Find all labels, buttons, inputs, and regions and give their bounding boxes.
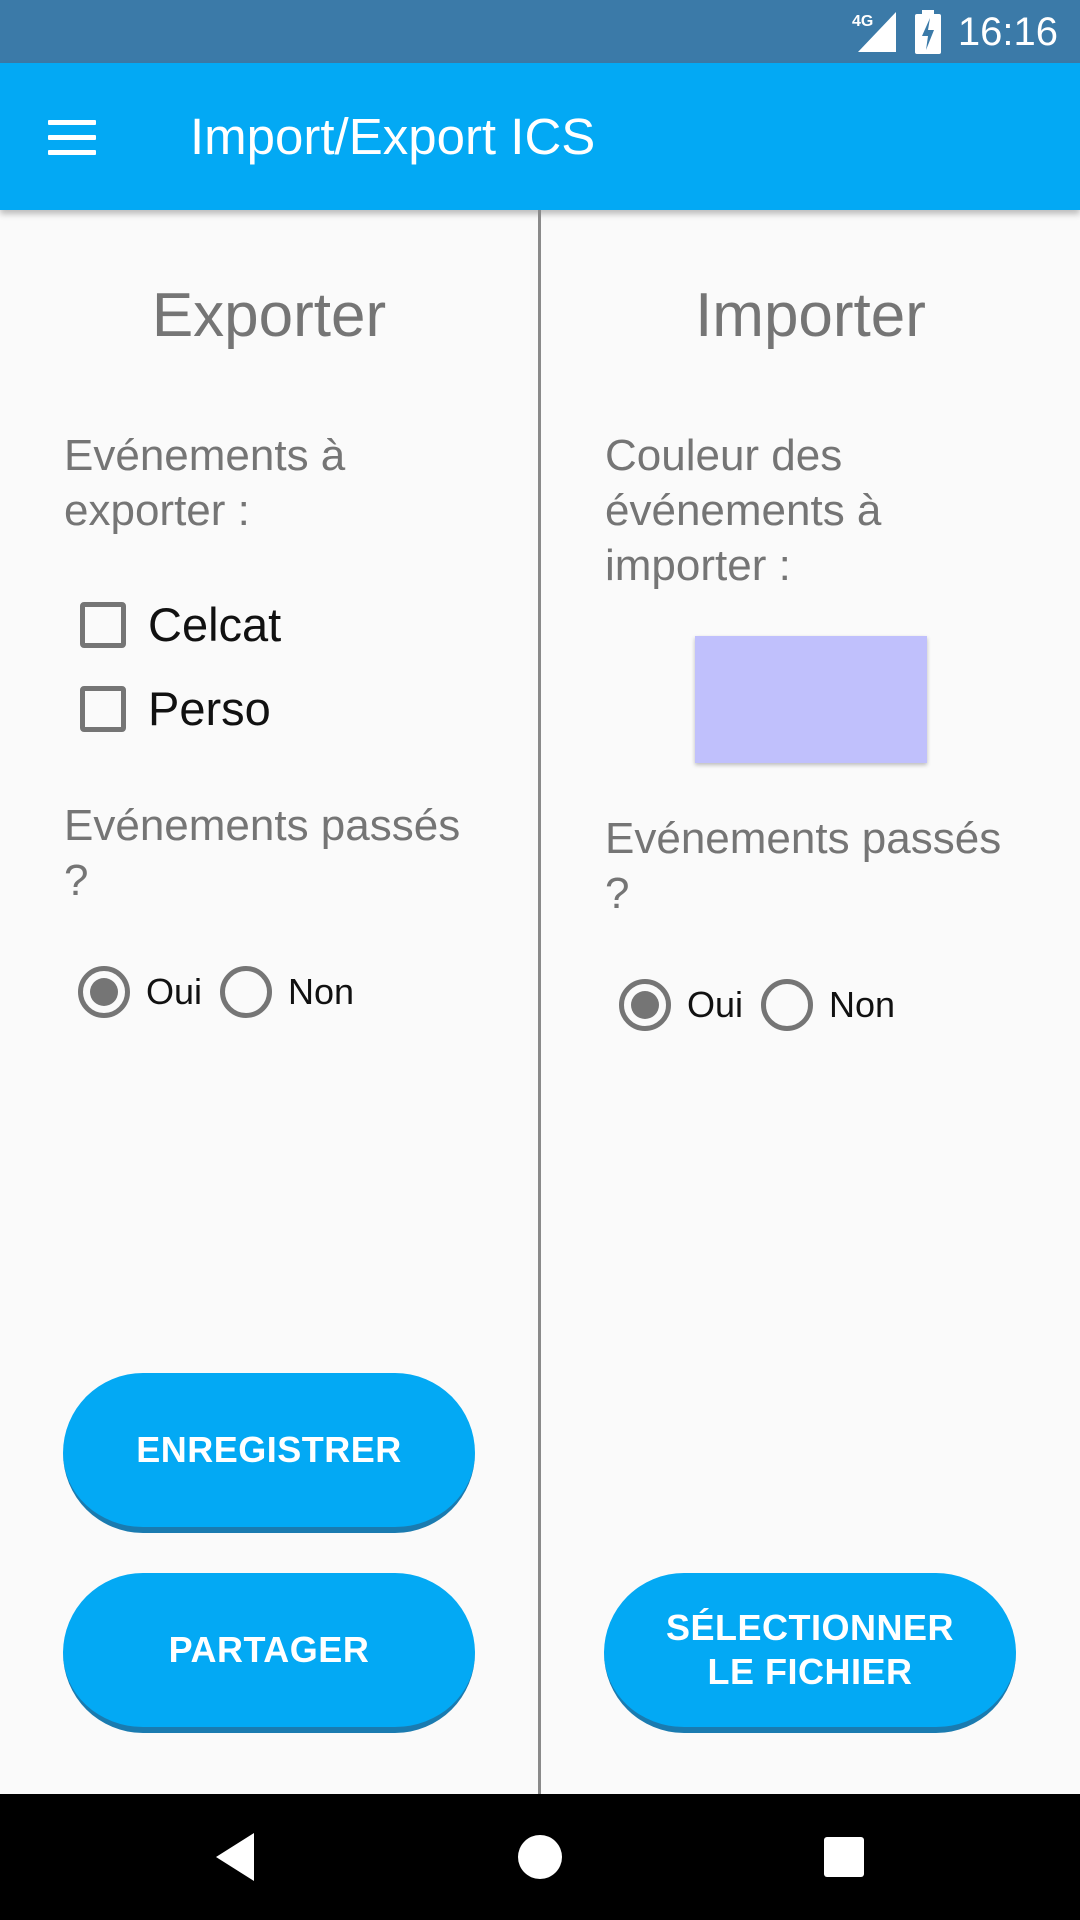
svg-text:4G: 4G bbox=[852, 13, 873, 30]
export-events-label: Evénements à exporter : bbox=[64, 431, 346, 535]
export-past-label: Evénements passés ? bbox=[64, 801, 461, 905]
checkbox-box[interactable] bbox=[80, 685, 126, 732]
export-past-radio-group: Oui Non bbox=[78, 966, 372, 1018]
radio-oui[interactable]: Oui bbox=[78, 966, 202, 1018]
signal-4g-icon: 4G bbox=[852, 12, 896, 52]
import-past-radio-group: Oui Non bbox=[619, 979, 913, 1031]
menu-icon[interactable] bbox=[34, 99, 110, 175]
import-panel: Importer Couleur des événements à import… bbox=[541, 210, 1080, 1794]
battery-charging-icon bbox=[914, 10, 941, 54]
status-bar: 4G 16:16 bbox=[0, 0, 1080, 63]
recents-icon[interactable] bbox=[814, 1827, 874, 1887]
radio-label: Oui bbox=[687, 984, 744, 1025]
checkbox-box[interactable] bbox=[80, 601, 126, 648]
checkbox-label: Perso bbox=[148, 682, 271, 735]
radio-label: Non bbox=[288, 971, 355, 1012]
radio-button-checked[interactable] bbox=[619, 979, 671, 1031]
radio-label: Non bbox=[829, 984, 896, 1025]
import-heading: Importer bbox=[695, 281, 926, 350]
checkbox-label: Celcat bbox=[148, 598, 282, 651]
radio-non[interactable]: Non bbox=[761, 979, 895, 1031]
import-color-label: Couleur des événements à importer : bbox=[605, 431, 882, 590]
export-panel: Exporter Evénements à exporter : Celcat … bbox=[0, 210, 538, 1794]
radio-oui[interactable]: Oui bbox=[619, 979, 743, 1031]
share-button[interactable]: PARTAGER bbox=[63, 1573, 475, 1733]
status-icons: 4G 16:16 bbox=[850, 8, 1058, 56]
home-icon[interactable] bbox=[510, 1827, 570, 1887]
import-past-label: Evénements passés ? bbox=[605, 814, 1002, 918]
color-picker-swatch[interactable] bbox=[695, 636, 927, 763]
radio-button[interactable] bbox=[220, 966, 273, 1018]
app-bar: Import/Export ICS bbox=[0, 63, 1080, 210]
checkbox-perso[interactable]: Perso bbox=[80, 681, 271, 736]
status-time: 16:16 bbox=[957, 9, 1058, 54]
back-icon[interactable] bbox=[206, 1827, 266, 1887]
radio-button[interactable] bbox=[761, 979, 814, 1031]
radio-non[interactable]: Non bbox=[220, 966, 354, 1018]
radio-label: Oui bbox=[146, 971, 203, 1012]
checkbox-celcat[interactable]: Celcat bbox=[80, 597, 281, 652]
page-title: Import/Export ICS bbox=[190, 108, 596, 165]
export-heading: Exporter bbox=[151, 281, 387, 350]
select-file-button[interactable]: SÉLECTIONNER LE FICHIER bbox=[604, 1573, 1016, 1733]
radio-button-checked[interactable] bbox=[78, 966, 130, 1018]
system-nav-bar bbox=[0, 1794, 1080, 1920]
save-button[interactable]: ENREGISTRER bbox=[63, 1373, 475, 1533]
